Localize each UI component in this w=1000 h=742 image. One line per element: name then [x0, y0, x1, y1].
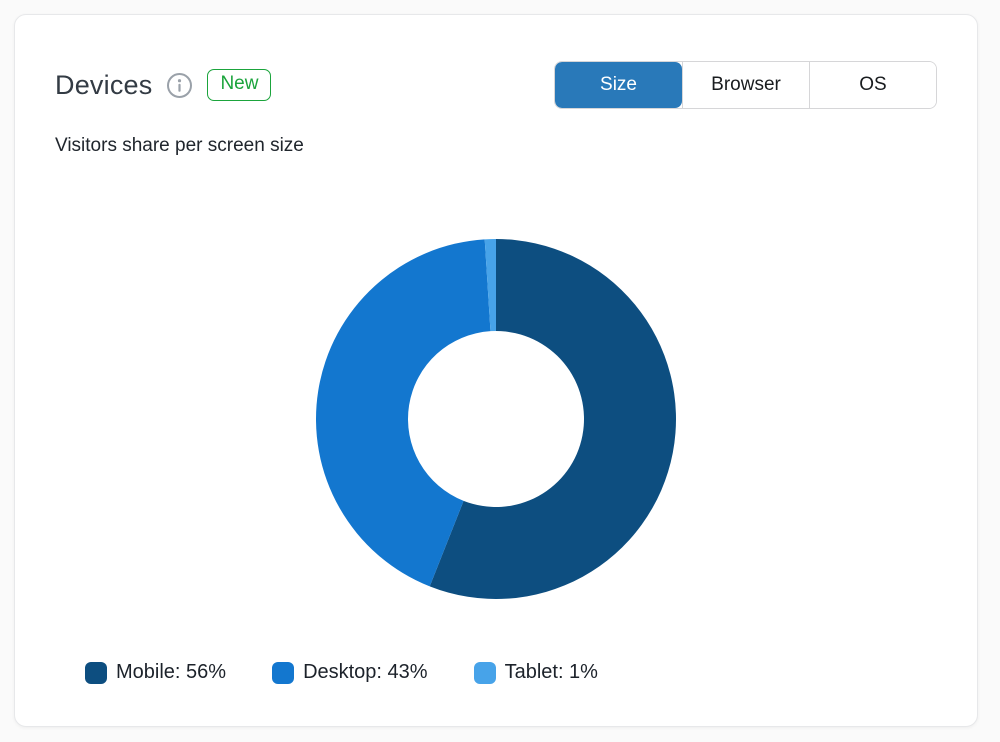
card-title: Devices — [55, 70, 152, 101]
legend-swatch-desktop — [272, 662, 294, 684]
legend-label-mobile: Mobile: 56% — [116, 661, 226, 684]
legend-label-desktop: Desktop: 43% — [303, 661, 428, 684]
legend-item-tablet: Tablet: 1% — [474, 661, 598, 684]
legend-label-tablet: Tablet: 1% — [505, 661, 598, 684]
legend-item-mobile: Mobile: 56% — [85, 661, 226, 684]
legend-item-desktop: Desktop: 43% — [272, 661, 428, 684]
legend-swatch-mobile — [85, 662, 107, 684]
donut-chart — [316, 239, 676, 599]
tab-os[interactable]: OS — [809, 62, 936, 108]
legend-swatch-tablet — [474, 662, 496, 684]
new-badge: New — [207, 69, 271, 101]
card-header: Devices New Size Browser OS — [15, 15, 977, 109]
devices-card: Devices New Size Browser OS Visitors sha… — [14, 14, 978, 727]
tab-size[interactable]: Size — [555, 62, 682, 108]
title-group: Devices New — [55, 69, 271, 101]
card-subtitle: Visitors share per screen size — [55, 135, 937, 157]
info-icon[interactable] — [166, 72, 193, 99]
chart-legend: Mobile: 56% Desktop: 43% Tablet: 1% — [85, 661, 977, 684]
tab-browser[interactable]: Browser — [682, 62, 809, 108]
donut-chart-wrap — [15, 239, 977, 599]
view-tab-group: Size Browser OS — [554, 61, 937, 109]
